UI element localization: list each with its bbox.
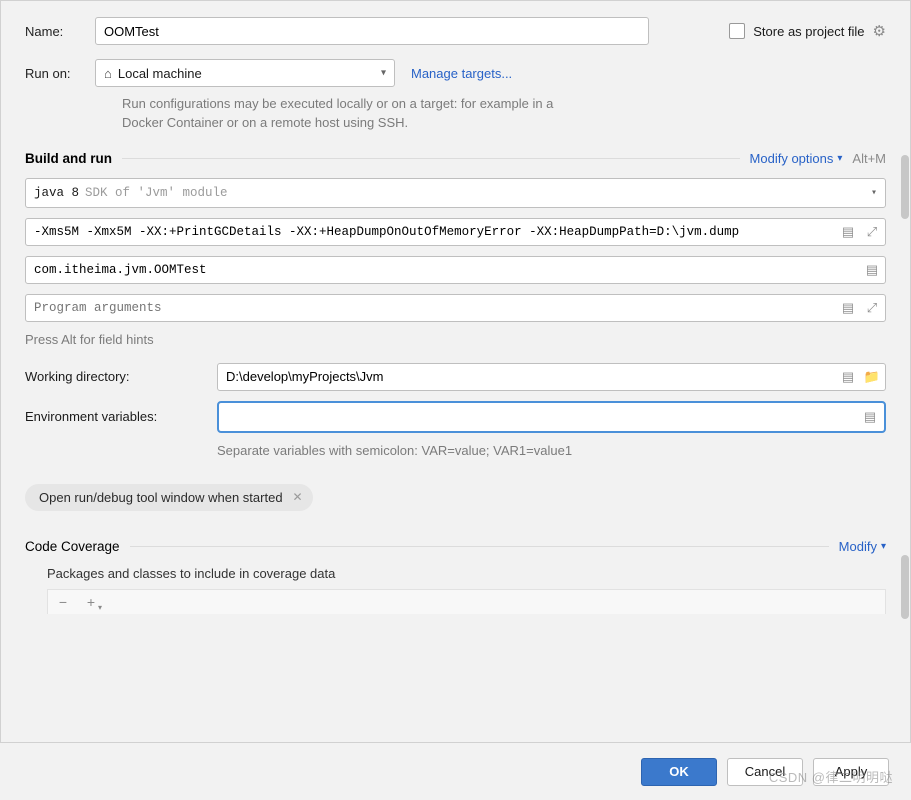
folder-icon[interactable]: 📁 xyxy=(864,369,880,385)
tool-window-chip[interactable]: Open run/debug tool window when started … xyxy=(25,484,313,511)
build-title: Build and run xyxy=(25,151,112,166)
runon-label: Run on: xyxy=(25,66,95,81)
env-row: Environment variables: ▤ xyxy=(25,401,886,433)
modify-shortcut: Alt+M xyxy=(852,151,886,166)
jdk-module-hint: SDK of 'Jvm' module xyxy=(85,186,228,200)
runon-select[interactable]: ⌂ Local machine ▾ xyxy=(95,59,395,87)
env-hint: Separate variables with semicolon: VAR=v… xyxy=(217,443,886,458)
list-icon[interactable]: ▤ xyxy=(862,409,878,425)
list-icon[interactable]: ▤ xyxy=(840,300,856,316)
chevron-down-icon: ▾ xyxy=(881,541,886,552)
jdk-select[interactable]: java 8 SDK of 'Jvm' module ▾ xyxy=(25,178,886,208)
home-icon: ⌂ xyxy=(104,66,112,81)
list-icon[interactable]: ▤ xyxy=(840,224,856,240)
expand-icon[interactable]: ⤢ xyxy=(864,224,880,240)
chip-label: Open run/debug tool window when started xyxy=(39,490,283,505)
name-row: Name: Store as project file ⚙ xyxy=(25,17,886,45)
dialog-body: Name: Store as project file ⚙ Run on: ⌂ … xyxy=(0,0,911,742)
cancel-button[interactable]: Cancel xyxy=(727,758,803,786)
coverage-subtitle: Packages and classes to include in cover… xyxy=(47,566,886,581)
header-rule xyxy=(122,158,740,159)
header-rule xyxy=(130,546,829,547)
working-dir-label: Working directory: xyxy=(25,369,205,384)
ok-button[interactable]: OK xyxy=(641,758,717,786)
jdk-value: java 8 xyxy=(34,186,79,200)
runon-hint: Run configurations may be executed local… xyxy=(122,95,592,133)
vm-options-block: ▤ ⤢ xyxy=(25,218,886,246)
runon-value: Local machine xyxy=(118,66,202,81)
store-label: Store as project file xyxy=(753,24,864,39)
apply-button[interactable]: Apply xyxy=(813,758,889,786)
list-icon[interactable]: ▤ xyxy=(840,369,856,385)
modify-options-link[interactable]: Modify options ▾ xyxy=(750,151,843,166)
add-icon[interactable]: +▾ xyxy=(82,594,100,610)
main-class-block: ▤ xyxy=(25,256,886,284)
program-args-block: ▤ ⤢ xyxy=(25,294,886,322)
coverage-modify-link[interactable]: Modify ▾ xyxy=(839,539,886,554)
gear-icon[interactable]: ⚙ xyxy=(873,22,886,40)
name-label: Name: xyxy=(25,24,95,39)
program-args-input[interactable] xyxy=(25,294,886,322)
coverage-toolbar: − +▾ xyxy=(47,589,886,614)
chevron-down-icon: ▾ xyxy=(837,153,842,164)
coverage-title: Code Coverage xyxy=(25,539,120,554)
manage-targets-link[interactable]: Manage targets... xyxy=(411,66,512,81)
env-label: Environment variables: xyxy=(25,409,205,424)
scrollbar[interactable] xyxy=(900,1,910,742)
chevron-down-icon: ▾ xyxy=(871,187,877,199)
remove-icon[interactable]: − xyxy=(54,594,72,610)
jdk-field-block: java 8 SDK of 'Jvm' module ▾ xyxy=(25,178,886,208)
build-header: Build and run Modify options ▾ Alt+M xyxy=(25,151,886,166)
button-bar: OK Cancel Apply xyxy=(0,742,911,800)
runon-row: Run on: ⌂ Local machine ▾ Manage targets… xyxy=(25,59,886,87)
working-dir-input[interactable] xyxy=(217,363,886,391)
working-dir-row: Working directory: ▤ 📁 xyxy=(25,363,886,391)
vm-options-input[interactable] xyxy=(25,218,886,246)
main-class-input[interactable] xyxy=(25,256,886,284)
press-alt-hint: Press Alt for field hints xyxy=(25,332,886,347)
chevron-down-icon: ▾ xyxy=(381,68,386,79)
coverage-header: Code Coverage Modify ▾ xyxy=(25,539,886,554)
list-icon[interactable]: ▤ xyxy=(864,262,880,278)
expand-icon[interactable]: ⤢ xyxy=(864,300,880,316)
store-checkbox[interactable] xyxy=(729,23,745,39)
env-input[interactable] xyxy=(219,403,884,431)
close-icon[interactable]: ✕ xyxy=(293,490,303,504)
name-input[interactable] xyxy=(95,17,649,45)
